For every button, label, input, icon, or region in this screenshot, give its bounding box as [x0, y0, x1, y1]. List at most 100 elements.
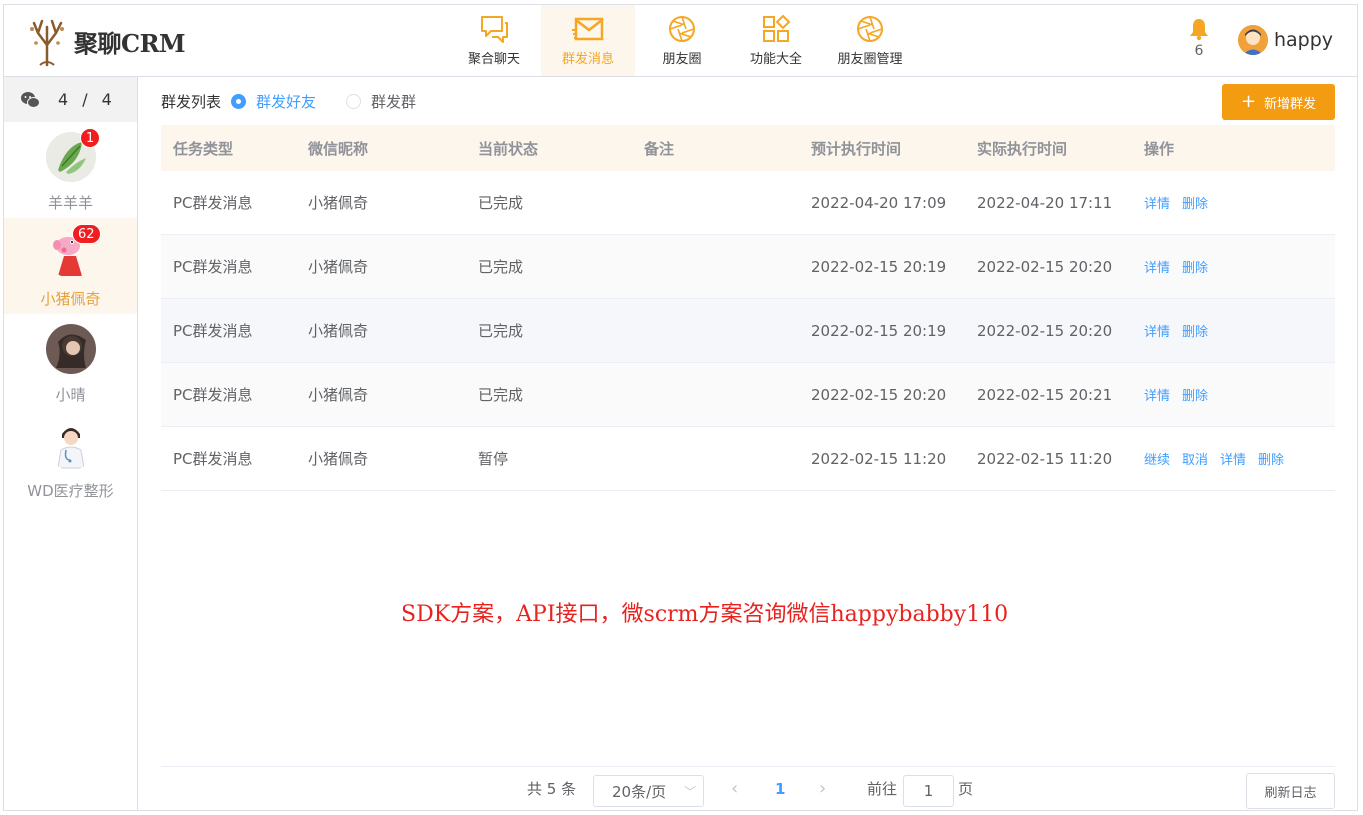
nav-label: 朋友圈	[662, 52, 702, 67]
cell-planned-time: 2022-02-15 20:19	[811, 321, 947, 340]
radio-mass-friends[interactable]: 群发好友	[231, 91, 316, 112]
delete-link[interactable]: 删除	[1182, 197, 1208, 212]
table-row: PC群发消息 小猪佩奇 已完成 2022-04-20 17:09 2022-04…	[161, 171, 1335, 235]
nav-label: 朋友圈管理	[837, 52, 903, 67]
refresh-log-button[interactable]: 刷新日志	[1246, 773, 1335, 809]
page-size-value: 20条/页	[612, 782, 667, 801]
doctor-avatar-icon	[45, 420, 96, 470]
cell-planned-time: 2022-02-15 11:20	[811, 449, 947, 468]
goto-page-input[interactable]: 1	[903, 775, 954, 807]
total-count: 共 5 条	[527, 780, 577, 798]
avatar	[1238, 25, 1268, 55]
contact-name: 小晴	[55, 386, 86, 404]
cell-task-type: PC群发消息	[173, 322, 253, 340]
cell-task-type: PC群发消息	[173, 258, 253, 276]
column-header: 实际执行时间	[977, 139, 1068, 158]
cell-actions: 详情 删除	[1132, 257, 1335, 276]
contact-item[interactable]: WD医疗整形	[4, 410, 137, 506]
nav-moments-manage[interactable]: 朋友圈管理	[823, 5, 917, 76]
cell-task-type: PC群发消息	[173, 194, 253, 212]
avatar	[45, 420, 96, 470]
column-header: 当前状态	[478, 139, 539, 158]
aperture-icon	[857, 16, 883, 42]
logo-text: 聚聊CRM	[74, 28, 186, 58]
column-header: 任务类型	[173, 139, 234, 158]
logo: 聚聊CRM	[26, 13, 186, 69]
nav-aggregate-chat[interactable]: 聚合聊天	[447, 5, 541, 76]
contact-item[interactable]: 62 小猪佩奇	[4, 218, 137, 314]
cell-nickname: 小猪佩奇	[308, 322, 369, 340]
cell-actions: 详情 删除	[1132, 193, 1335, 212]
envelope-icon	[572, 17, 604, 41]
page-unit-label: 页	[958, 780, 974, 798]
chevron-left-icon[interactable]: ‹	[731, 778, 738, 799]
main-content: 群发列表 群发好友 群发群 + 新增群发 任务类型 微信昵称 当前状态 备注 预…	[161, 77, 1335, 810]
contact-name: 羊羊羊	[47, 194, 93, 212]
notification-count: 6	[1194, 43, 1204, 59]
cell-nickname: 小猪佩奇	[308, 450, 369, 468]
cancel-link[interactable]: 取消	[1182, 453, 1208, 468]
nav-mass-message[interactable]: 群发消息	[541, 5, 635, 76]
table-row: PC群发消息 小猪佩奇 暂停 2022-02-15 11:20 2022-02-…	[161, 427, 1335, 491]
delete-link[interactable]: 删除	[1182, 325, 1208, 340]
nav-moments[interactable]: 朋友圈	[635, 5, 729, 76]
column-header: 备注	[644, 139, 675, 158]
page-size-select[interactable]: 20条/页 ﹀	[593, 775, 704, 807]
radio-mass-groups[interactable]: 群发群	[346, 91, 416, 112]
column-header: 预计执行时间	[811, 139, 902, 158]
mass-message-table: 任务类型 微信昵称 当前状态 备注 预计执行时间 实际执行时间 操作 PC群发消…	[161, 125, 1335, 491]
cell-actions: 详情 删除	[1132, 321, 1335, 340]
page-number-current[interactable]: 1	[775, 780, 785, 798]
cell-nickname: 小猪佩奇	[308, 386, 369, 404]
aperture-icon	[669, 16, 695, 42]
cell-actions: 继续 取消 详情 删除	[1132, 449, 1335, 468]
radio-label: 群发好友	[256, 92, 317, 111]
column-header: 微信昵称	[308, 139, 369, 158]
contact-item[interactable]: 1 羊羊羊	[4, 122, 137, 218]
delete-link[interactable]: 删除	[1182, 389, 1208, 404]
top-header: 聚聊CRM 聚合聊天 群发消息 朋友圈 功能大全 朋友圈管理 6 happy	[4, 5, 1357, 77]
detail-link[interactable]: 详情	[1144, 261, 1170, 276]
photo-avatar-icon	[45, 324, 96, 374]
cell-actual-time: 2022-02-15 20:21	[977, 385, 1113, 404]
detail-link[interactable]: 详情	[1220, 453, 1246, 468]
grid-apps-icon	[763, 14, 791, 42]
contact-sidebar: 4/4 1 羊羊羊 62 小猪佩奇 小晴 WD医疗整形	[4, 77, 138, 810]
unread-badge: 1	[80, 128, 101, 148]
goto-label: 前往	[867, 780, 898, 798]
cell-actual-time: 2022-02-15 20:20	[977, 321, 1113, 340]
detail-link[interactable]: 详情	[1144, 389, 1170, 404]
cell-status: 已完成	[478, 386, 524, 404]
bell-icon	[1190, 19, 1208, 41]
user-name: happy	[1274, 29, 1334, 51]
main-nav: 聚合聊天 群发消息 朋友圈 功能大全 朋友圈管理	[447, 5, 917, 76]
chat-bubbles-icon	[481, 16, 508, 43]
nav-all-features[interactable]: 功能大全	[729, 5, 823, 76]
cell-nickname: 小猪佩奇	[308, 194, 369, 212]
cell-actual-time: 2022-02-15 11:20	[977, 449, 1113, 468]
wechat-icon	[21, 91, 40, 108]
unread-badge: 62	[72, 224, 101, 244]
table-row: PC群发消息 小猪佩奇 已完成 2022-02-15 20:19 2022-02…	[161, 299, 1335, 363]
nav-label: 群发消息	[561, 52, 614, 67]
app-window: 聚聊CRM 聚合聊天 群发消息 朋友圈 功能大全 朋友圈管理 6 happy 4…	[3, 4, 1358, 811]
contact-item[interactable]: 小晴	[4, 314, 137, 410]
list-toolbar: 群发列表 群发好友 群发群 + 新增群发	[161, 77, 1335, 125]
delete-link[interactable]: 删除	[1258, 453, 1284, 468]
column-header: 操作	[1144, 139, 1175, 158]
notifications[interactable]: 6	[1187, 17, 1211, 65]
resume-link[interactable]: 继续	[1144, 453, 1170, 468]
add-button-label: 新增群发	[1264, 96, 1317, 112]
cell-actual-time: 2022-02-15 20:20	[977, 257, 1113, 276]
chevron-right-icon[interactable]: ›	[819, 778, 826, 799]
delete-link[interactable]: 删除	[1182, 261, 1208, 276]
user-menu[interactable]: happy	[1238, 25, 1333, 55]
account-count: 4/4	[58, 90, 126, 109]
cell-status: 已完成	[478, 194, 524, 212]
cell-status: 已完成	[478, 258, 524, 276]
add-mass-message-button[interactable]: + 新增群发	[1222, 84, 1335, 120]
detail-link[interactable]: 详情	[1144, 197, 1170, 212]
detail-link[interactable]: 详情	[1144, 325, 1170, 340]
avatar	[45, 324, 96, 374]
pagination: 共 5 条 20条/页 ﹀ ‹ 1 › 前往 1 页 刷新日志	[161, 766, 1335, 810]
